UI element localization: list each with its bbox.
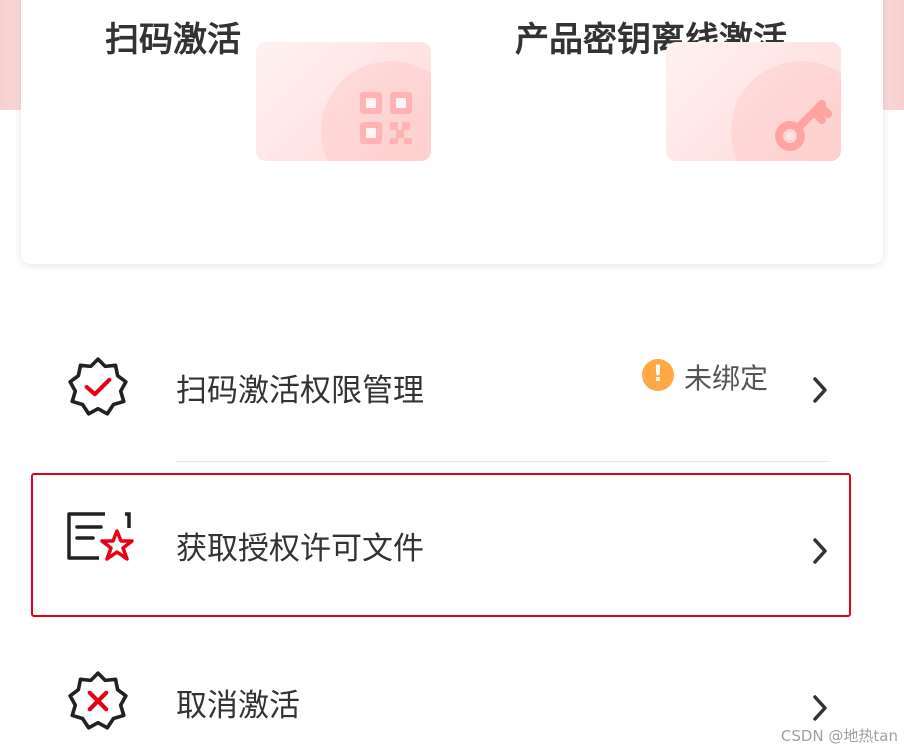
product-key-activation-tile (666, 42, 841, 161)
license-file-star-icon (67, 512, 134, 561)
scan-activation-title: 扫码激活 (105, 20, 241, 60)
badge-check-icon (68, 357, 128, 416)
menu-item-cancel-activation[interactable]: 取消激活 (40, 660, 848, 750)
warning-icon: ! (642, 359, 674, 391)
chevron-right-icon (813, 377, 827, 403)
menu-item-label: 取消激活 (176, 688, 300, 724)
scan-activation-tile (256, 42, 431, 161)
menu-item-label: 获取授权许可文件 (176, 531, 424, 567)
menu-item-scan-permission[interactable]: 扫码激活权限管理 ! 未绑定 (40, 345, 848, 435)
menu-item-get-license-file[interactable]: 获取授权许可文件 (40, 500, 848, 600)
watermark: CSDN @地热tan (780, 727, 898, 745)
badge-x-icon (68, 671, 128, 730)
qr-code-icon (360, 92, 412, 144)
menu-divider (176, 461, 830, 462)
chevron-right-icon (813, 695, 827, 721)
scan-activation-option[interactable]: 扫码激活 (21, 0, 451, 180)
key-icon (775, 100, 832, 151)
product-key-activation-option[interactable]: 产品密钥离线激活 (451, 0, 883, 180)
activation-card: 扫码激活 产品密钥离线激活 (21, 0, 883, 264)
binding-status-text: 未绑定 (684, 362, 769, 395)
chevron-right-icon (813, 538, 827, 564)
menu-item-label: 扫码激活权限管理 (176, 373, 424, 409)
